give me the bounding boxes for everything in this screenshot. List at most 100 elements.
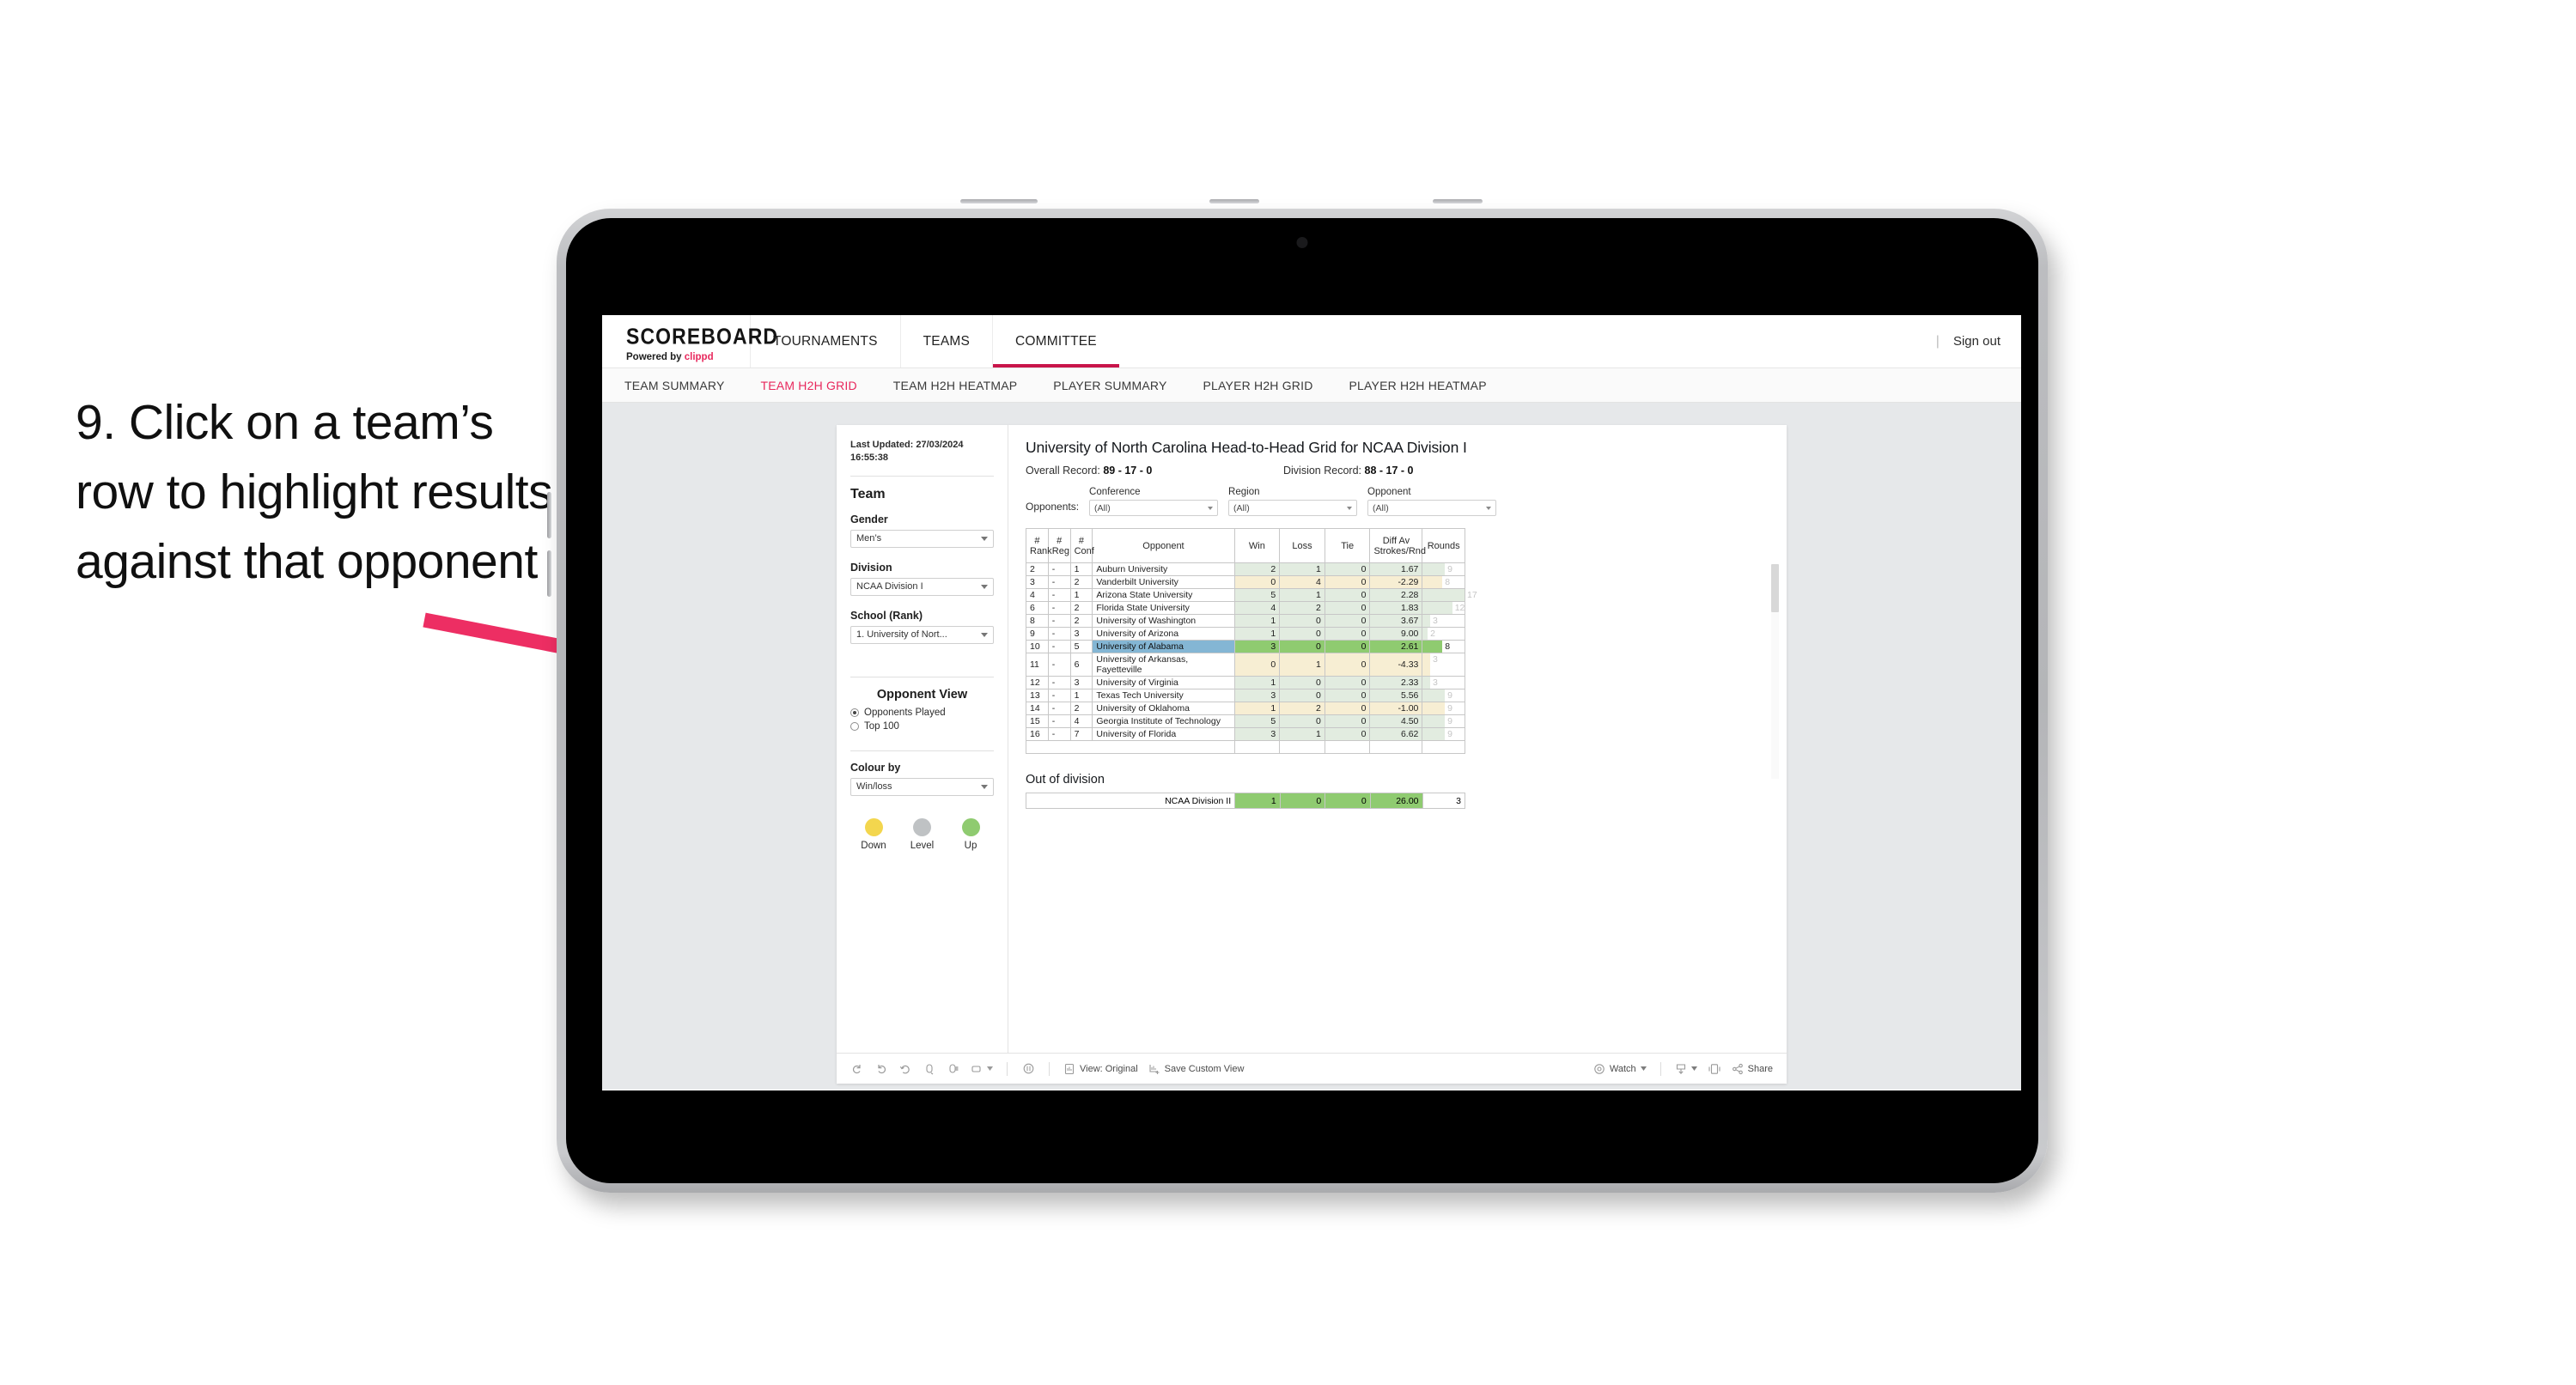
sign-out-link[interactable]: Sign out — [1953, 334, 2001, 349]
cell-win: 2 — [1233, 562, 1281, 576]
table-row[interactable]: 15-4 Georgia Institute of Technology 5 0 0 4.… — [1026, 714, 1465, 728]
rounds-bar — [1422, 589, 1465, 601]
radio-icon — [850, 721, 859, 731]
chevron-down-icon — [981, 632, 988, 637]
table-row[interactable]: 4-1 Arizona State University 5 1 0 2.28 17 — [1026, 588, 1477, 602]
tab-team-h2h-heatmap[interactable]: TEAM H2H HEATMAP — [893, 379, 1018, 392]
grid-scrollbar-thumb[interactable] — [1771, 564, 1779, 612]
opponent-filter-select[interactable]: (All) — [1367, 500, 1497, 516]
tab-team-summary[interactable]: TEAM SUMMARY — [624, 379, 725, 392]
colour-by-value: Win/loss — [856, 781, 892, 793]
division-select[interactable]: NCAA Division I — [850, 577, 994, 596]
foot-loss-cell — [1279, 740, 1325, 754]
col-rank[interactable]: # Rank — [1026, 528, 1052, 563]
watch-button[interactable]: Watch — [1593, 1063, 1647, 1075]
download-button[interactable] — [1675, 1063, 1697, 1075]
foot-rounds-cell — [1422, 740, 1465, 754]
table-row[interactable]: 8-2 University of Washington 1 0 0 3.67 3 — [1026, 614, 1465, 628]
colour-by-select[interactable]: Win/loss — [850, 777, 994, 796]
table-row[interactable]: 9-3 University of Arizona 1 0 0 9.00 2 — [1026, 627, 1465, 641]
h2h-grid-wrapper: # Rank # Reg # Conf Opponent Win Loss Ti… — [1026, 528, 1779, 779]
cell-win: 3 — [1233, 640, 1281, 653]
opponent-filters: Opponents: Conference (All) Region (All)… — [1026, 487, 1771, 516]
rounds-bar — [1422, 653, 1430, 676]
nav-item-teams[interactable]: TEAMS — [899, 315, 992, 368]
legend-down-swatch — [864, 817, 883, 836]
radio-top-100[interactable]: Top 100 — [850, 721, 994, 732]
col-reg-l1: # — [1057, 535, 1063, 546]
col-reg[interactable]: # Reg — [1047, 528, 1071, 563]
device-layout-dropdown[interactable] — [971, 1063, 993, 1075]
pause-auto-updates-icon[interactable] — [1021, 1062, 1035, 1076]
revert-icon[interactable] — [898, 1062, 912, 1076]
table-row[interactable]: 11-6 University of Arkansas, Fayetteville… — [1026, 653, 1465, 677]
out-of-division-row[interactable]: NCAA Division II 1 0 0 26.00 3 — [1025, 793, 1465, 809]
division-record-value: 88 - 17 - 0 — [1364, 465, 1414, 477]
save-custom-view-button[interactable]: Save Custom View — [1148, 1063, 1244, 1075]
cell-rounds: 3 — [1422, 676, 1465, 689]
table-row[interactable]: 13-1 Texas Tech University 3 0 0 5.56 9 — [1026, 689, 1465, 702]
last-updated-label: Last Updated: 27/03/2024 16:55:38 — [850, 440, 964, 463]
undo-icon[interactable] — [850, 1062, 864, 1076]
conference-filter-select[interactable]: (All) — [1089, 500, 1219, 516]
cell-opponent: Vanderbilt University — [1092, 575, 1235, 589]
col-rounds[interactable]: Rounds — [1422, 528, 1465, 563]
tab-player-h2h-heatmap[interactable]: PLAYER H2H HEATMAP — [1349, 379, 1487, 392]
redo-icon[interactable] — [874, 1062, 888, 1076]
region-filter-select[interactable]: (All) — [1228, 500, 1358, 516]
school-rank-select[interactable]: 1. University of Nort... — [850, 625, 994, 644]
tab-player-h2h-grid[interactable]: PLAYER H2H GRID — [1203, 379, 1313, 392]
primary-nav: TOURNAMENTS TEAMS COMMITTEE — [750, 315, 1119, 368]
toolbar-divider-3 — [1659, 1061, 1661, 1076]
legend-down-label: Down — [861, 840, 886, 851]
table-row[interactable]: 14-2 University of Oklahoma 1 2 0 -1.00 9 — [1026, 702, 1465, 715]
share-button[interactable]: Share — [1732, 1063, 1773, 1075]
opponent-filter-value: (All) — [1373, 502, 1389, 513]
cell-win: 1 — [1233, 614, 1281, 628]
cell-loss: 1 — [1279, 653, 1325, 677]
col-loss[interactable]: Loss — [1279, 528, 1325, 563]
tab-team-h2h-grid[interactable]: TEAM H2H GRID — [761, 379, 857, 392]
cell-rank: 12 — [1026, 676, 1049, 689]
tab-player-summary[interactable]: PLAYER SUMMARY — [1053, 379, 1166, 392]
school-rank-value: 1. University of Nort... — [856, 629, 947, 641]
ood-loss: 0 — [1279, 793, 1326, 809]
gender-select[interactable]: Men’s — [850, 529, 994, 548]
table-row[interactable]: 6-2 Florida State University 4 2 0 1.83 12 — [1026, 601, 1465, 615]
col-win[interactable]: Win — [1233, 528, 1281, 563]
table-row[interactable]: 12-3 University of Virginia 1 0 0 2.33 3 — [1026, 676, 1465, 689]
table-row[interactable]: 3-2 Vanderbilt University 0 4 0 -2.29 8 — [1026, 575, 1465, 589]
view-original-button[interactable]: View: Original — [1063, 1063, 1138, 1075]
legend-up: Up — [953, 817, 989, 851]
brand-logo: SCOREBOARD Powered by clippd — [602, 315, 777, 368]
rounds-bar — [1422, 563, 1446, 575]
filters-sidebar: Last Updated: 27/03/2024 16:55:38 Team G… — [837, 425, 1008, 1053]
pause-refresh-icon[interactable] — [947, 1062, 960, 1076]
legend-level-label: Level — [910, 840, 935, 851]
divider-3 — [850, 750, 994, 751]
col-conf[interactable]: # Conf — [1069, 528, 1094, 563]
table-row[interactable]: 2-1 Auburn University 2 1 0 1.67 9 — [1026, 562, 1465, 576]
cell-conf: 1 — [1069, 562, 1093, 576]
cell-opponent: Texas Tech University — [1092, 689, 1235, 702]
cell-opponent: University of Virginia — [1092, 676, 1235, 689]
region-filter-label: Region — [1228, 487, 1260, 497]
fullscreen-icon[interactable] — [1708, 1062, 1721, 1076]
table-row[interactable]: 16-7 University of Florida 3 1 0 6.62 9 — [1026, 727, 1465, 741]
col-diff[interactable]: Diff Av Strokes/Rnd — [1369, 528, 1426, 563]
rounds-bar — [1422, 715, 1446, 727]
cell-loss: 0 — [1279, 689, 1325, 702]
foot-win-cell — [1233, 740, 1281, 754]
nav-item-committee[interactable]: COMMITTEE — [992, 315, 1119, 368]
foot-diff-cell — [1369, 740, 1423, 754]
cell-reg: - — [1047, 689, 1071, 702]
chevron-down-icon — [981, 536, 988, 541]
col-opponent[interactable]: Opponent — [1092, 528, 1235, 563]
table-row[interactable]: 10-5 University of Alabama 3 0 0 2.61 8 — [1026, 640, 1465, 653]
radio-opponents-played[interactable]: Opponents Played — [850, 708, 994, 718]
col-tie[interactable]: Tie — [1324, 528, 1371, 563]
rounds-value: 8 — [1445, 577, 1451, 587]
cell-rounds: 12 — [1422, 601, 1465, 615]
refresh-data-icon[interactable] — [923, 1062, 936, 1076]
grid-vertical-scrollbar[interactable] — [1771, 564, 1779, 779]
